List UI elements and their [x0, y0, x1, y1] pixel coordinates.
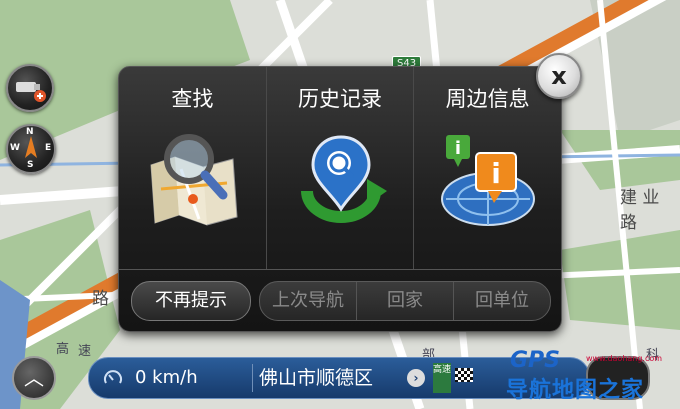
history-search-icon — [300, 135, 387, 223]
go-home-button[interactable]: 回家 — [357, 282, 454, 320]
speedometer-icon — [104, 370, 122, 384]
dialog-divider — [119, 269, 561, 270]
map-road-label: 路 — [92, 289, 109, 309]
expand-up-button[interactable]: ︿ — [12, 356, 56, 400]
status-bar-separator — [252, 364, 253, 392]
compass-east: E — [45, 143, 52, 153]
menu-row: 查找 历史记录 周边信息 i i — [119, 67, 561, 269]
go-office-button[interactable]: 回单位 — [454, 282, 550, 320]
menu-item-label: 历史记录 — [298, 87, 382, 111]
compass-button[interactable]: N W E S — [6, 124, 56, 174]
menu-item-history[interactable]: 历史记录 — [267, 67, 415, 269]
compass-south: S — [27, 160, 34, 170]
address-detail-button[interactable]: › — [407, 369, 425, 387]
quick-nav-button-group: 上次导航 回家 回单位 — [259, 281, 551, 321]
close-button[interactable]: x — [536, 53, 582, 99]
watermark-text: 导航地图之家 — [506, 378, 645, 403]
menu-item-search[interactable]: 查找 — [119, 67, 267, 269]
last-navigation-button[interactable]: 上次导航 — [260, 282, 357, 320]
menu-item-nearby[interactable]: 周边信息 i i — [414, 67, 561, 269]
chevron-up-icon: ︿ — [24, 366, 44, 390]
watermark-gps-logo: GPS — [510, 348, 561, 373]
close-icon: x — [551, 62, 567, 90]
compass-west: W — [10, 143, 20, 153]
menu-item-label: 查找 — [171, 87, 214, 111]
traffic-camera-button[interactable] — [6, 64, 54, 112]
nearby-info-icon: i i — [441, 135, 536, 226]
destination-flag-icon — [455, 368, 473, 382]
speed-readout: 0 km/h — [135, 367, 198, 388]
dont-remind-button[interactable]: 不再提示 — [131, 281, 251, 321]
svg-text:i: i — [455, 138, 461, 159]
map-search-icon — [150, 134, 238, 226]
compass-north: N — [26, 127, 34, 137]
svg-text:i: i — [492, 157, 502, 190]
current-address: 佛山市顺德区 — [259, 367, 374, 389]
camera-icon — [16, 82, 46, 102]
highway-badge: 高速 — [433, 363, 451, 393]
map-road-label: 建 业 路 — [620, 188, 660, 233]
quick-menu-dialog: 查找 历史记录 周边信息 i i 不再提示 上次导航 回家 回单位 — [118, 66, 562, 332]
watermark: GPS www.daohang.com 导航地图之家 — [506, 346, 676, 406]
map-road-label: 速 — [78, 344, 92, 359]
map-road-label: 高 — [56, 342, 70, 357]
chevron-right-icon: › — [413, 371, 419, 385]
watermark-site: www.daohang.com — [586, 354, 663, 363]
